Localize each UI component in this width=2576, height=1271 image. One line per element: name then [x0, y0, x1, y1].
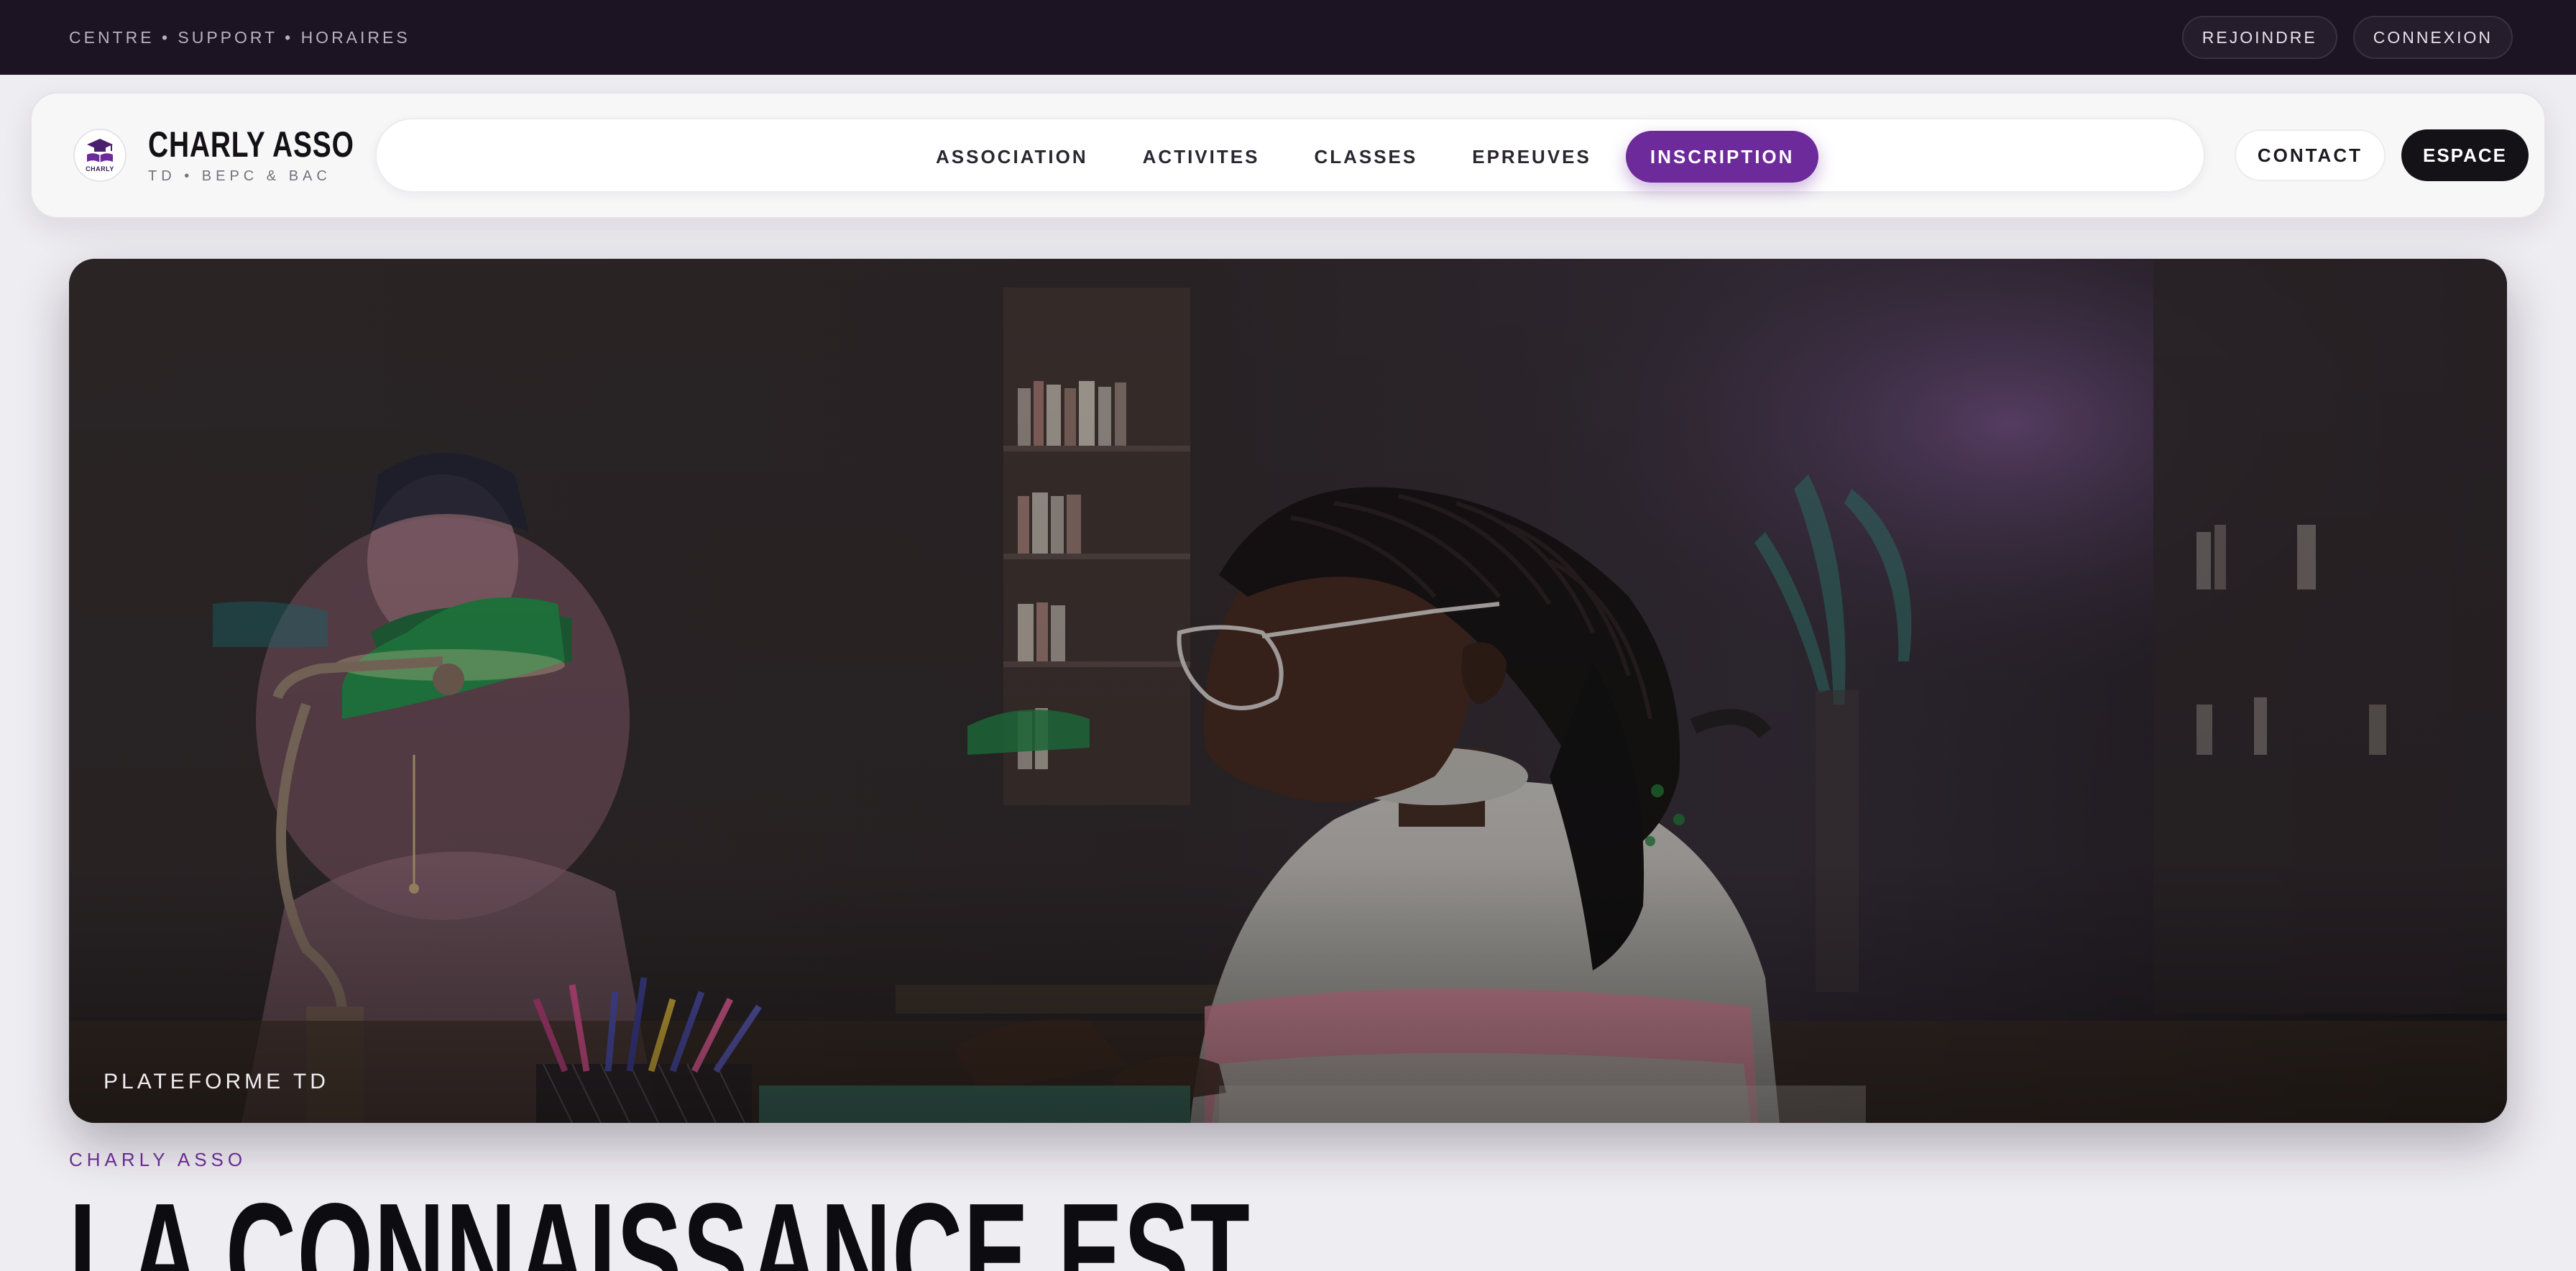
header-actions: CONTACT ESPACE: [2234, 129, 2529, 181]
nav-item-classes[interactable]: CLASSES: [1287, 131, 1445, 183]
nav-items: ASSOCIATION ACTIVITES CLASSES EPREUVES I…: [908, 131, 1819, 183]
logo-text: CHARLY: [86, 165, 114, 173]
utility-links[interactable]: CENTRE • SUPPORT • HORAIRES: [69, 28, 410, 47]
graduation-cap-book-icon: [87, 139, 113, 162]
hero-photo-students-studying: [69, 259, 2507, 1123]
brand-text: CHARLY ASSO TD • BEPC & BAC: [148, 125, 413, 185]
nav-item-association[interactable]: ASSOCIATION: [908, 131, 1116, 183]
nav-item-activites[interactable]: ACTIVITES: [1116, 131, 1287, 183]
contact-button[interactable]: CONTACT: [2234, 129, 2386, 181]
hero-caption: PLATEFORME TD: [104, 1070, 329, 1093]
hero-banner: PLATEFORME TD: [69, 259, 2507, 1123]
brand-link[interactable]: CHARLY CHARLY ASSO TD • BEPC & BAC: [73, 125, 413, 185]
espace-button[interactable]: ESPACE: [2401, 129, 2529, 181]
utility-actions: REJOINDRE CONNEXION: [2181, 16, 2513, 59]
nav-item-inscription[interactable]: INSCRIPTION: [1625, 131, 1819, 183]
brand-logo: CHARLY: [73, 128, 126, 182]
section-eyebrow: CHARLY ASSO: [69, 1149, 247, 1170]
hero-headline: LA CONNAISSANCE EST: [69, 1173, 1251, 1271]
main-header: CHARLY CHARLY ASSO TD • BEPC & BAC ASSOC…: [30, 92, 2546, 219]
main-nav: ASSOCIATION ACTIVITES CLASSES EPREUVES I…: [375, 118, 2205, 193]
join-button[interactable]: REJOINDRE: [2181, 16, 2337, 59]
login-button[interactable]: CONNEXION: [2352, 16, 2513, 59]
brand-name: CHARLY ASSO: [148, 124, 354, 165]
brand-tagline: TD • BEPC & BAC: [148, 168, 331, 184]
top-utility-bar: CENTRE • SUPPORT • HORAIRES REJOINDRE CO…: [0, 0, 2576, 75]
nav-item-epreuves[interactable]: EPREUVES: [1445, 131, 1619, 183]
